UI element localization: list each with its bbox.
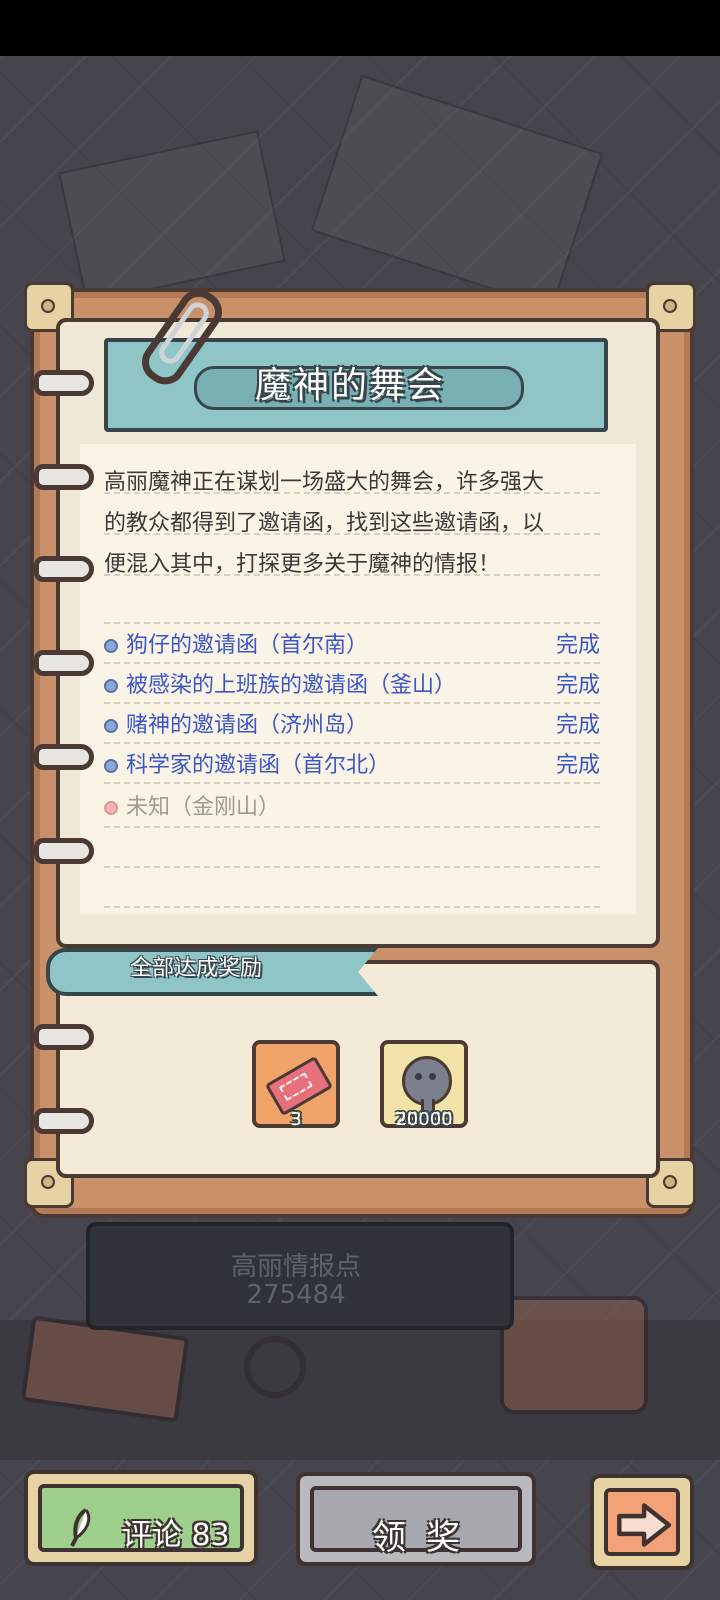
task-row[interactable]: 被感染的上班族的邀请函（釜山） 完成 [104, 666, 600, 706]
orb-eye [429, 1073, 436, 1080]
status-bar [0, 0, 720, 56]
binder-ring-icon [34, 464, 94, 490]
task-name: 狗仔的邀请函（首尔南） [126, 633, 369, 658]
bullet-icon [104, 759, 118, 773]
line-rule [104, 906, 600, 908]
reward-item-ticket[interactable]: 3 [252, 1040, 340, 1130]
task-status: 完成 [555, 673, 600, 698]
claim-label: 领奖 [372, 1518, 480, 1558]
comment-label: 评论 83 [122, 1518, 230, 1553]
orb-eye [415, 1073, 422, 1080]
task-status: 完成 [555, 753, 600, 778]
purse-prop [500, 1296, 648, 1414]
task-row-unknown: 未知（金刚山） [104, 788, 600, 828]
line-rule [104, 574, 600, 576]
line-rule [104, 533, 600, 535]
bullet-icon [104, 639, 118, 653]
bullet-icon [104, 719, 118, 733]
binder-ring-icon [34, 650, 94, 676]
next-button-face [604, 1488, 680, 1556]
comment-button[interactable]: 评论 83 [24, 1470, 258, 1566]
task-status: 完成 [555, 633, 600, 658]
binder-ring-icon [34, 370, 94, 396]
line-rule [104, 492, 600, 494]
task-name: 科学家的邀请函（首尔北） [126, 753, 391, 778]
quest-description: 高丽魔神正在谋划一场盛大的舞会，许多强大 的教众都得到了邀请函，找到这些邀请函，… [104, 462, 604, 585]
binder-ring-icon [34, 1108, 94, 1134]
line-rule [104, 866, 600, 868]
ticket-icon [264, 1055, 334, 1117]
binder-ring-icon [34, 556, 94, 582]
reward-title: 全部达成奖励 [129, 956, 262, 981]
description-line: 便混入其中，打探更多关于魔神的情报！ [104, 552, 501, 577]
binder-ring-icon [34, 838, 94, 864]
line-rule [104, 622, 600, 624]
intel-label: 高丽情报点 [230, 1252, 361, 1282]
magnifier-prop [244, 1336, 306, 1398]
task-name: 未知（金刚山） [126, 795, 281, 820]
intel-value: 275484 [246, 1280, 346, 1310]
binder-ring-icon [34, 744, 94, 770]
task-row[interactable]: 科学家的邀请函（首尔北） 完成 [104, 746, 600, 786]
description-line: 的教众都得到了邀请函，找到这些邀请函，以 [104, 511, 545, 536]
next-button[interactable] [590, 1474, 694, 1570]
claim-button[interactable]: 领奖 [296, 1472, 536, 1566]
spirit-orb-icon [402, 1056, 452, 1124]
reward-count: 3 [290, 1109, 302, 1130]
description-line: 高丽魔神正在谋划一场盛大的舞会，许多强大 [104, 470, 545, 495]
task-name: 赌神的邀请函（济州岛） [126, 713, 369, 738]
task-row[interactable]: 狗仔的邀请函（首尔南） 完成 [104, 626, 600, 666]
bullet-icon [104, 679, 118, 693]
bullet-icon [104, 801, 118, 815]
task-row[interactable]: 赌神的邀请函（济州岛） 完成 [104, 706, 600, 746]
reward-count: 20000 [395, 1109, 453, 1130]
binder-ring-icon [34, 1024, 94, 1050]
task-status: 完成 [555, 713, 600, 738]
claim-button-face: 领奖 [310, 1486, 522, 1558]
reward-item-orb[interactable]: 20000 [380, 1040, 468, 1130]
quill-icon [70, 1508, 91, 1547]
comment-button-face: 评论 83 [38, 1484, 244, 1553]
task-name: 被感染的上班族的邀请函（釜山） [126, 673, 457, 698]
arrow-right-icon [617, 1503, 672, 1547]
